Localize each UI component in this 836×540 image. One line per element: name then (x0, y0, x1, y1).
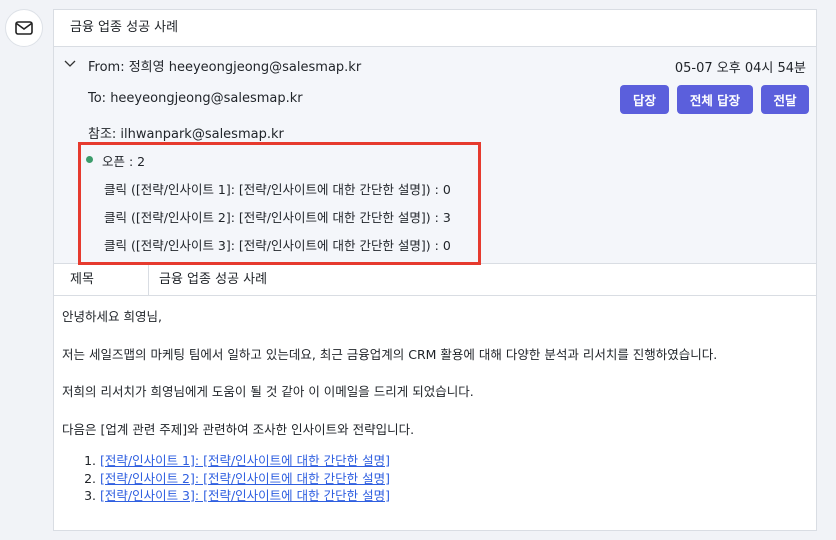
list-item: [전략/인사이트 3]: [전략/인사이트에 대한 간단한 설명] (100, 487, 808, 505)
list-item: [전략/인사이트 1]: [전략/인사이트에 대한 간단한 설명] (100, 452, 808, 470)
body-paragraph: 저희의 리서치가 희영님에게 도움이 될 것 같아 이 이메일을 드리게 되었습… (62, 384, 474, 399)
list-item: [전략/인사이트 2]: [전략/인사이트에 대한 간단한 설명] (100, 470, 808, 488)
cc-line: 참조: ilhwanpark@salesmap.kr (88, 127, 284, 142)
body-paragraph: 안녕하세요 희영님, (62, 309, 162, 324)
sent-date: 05-07 오후 04시 54분 (674, 61, 806, 76)
subject-row: 제목 금융 업종 성공 사례 (54, 263, 816, 296)
from-line: From: 정희영 heeyeongjeong@salesmap.kr (88, 60, 362, 75)
forward-button[interactable]: 전달 (761, 85, 809, 114)
body-paragraph: 다음은 [업계 관련 주제]와 관련하여 조사한 인사이트와 전략입니다. (62, 421, 415, 437)
email-title: 금융 업종 성공 사례 (54, 10, 816, 47)
click-count: 클릭 ([전략/인사이트 3]: [전략/인사이트에 대한 간단한 설명]) :… (104, 238, 451, 253)
to-line: To: heeyeongjeong@salesmap.kr (88, 91, 303, 106)
email-header: From: 정희영 heeyeongjeong@salesmap.kr 05-0… (54, 47, 816, 265)
open-count: 오픈 : 2 (102, 154, 146, 169)
chevron-down-icon[interactable] (64, 57, 76, 72)
body-paragraph: 저는 세일즈맵의 마케팅 팀에서 일하고 있는데요, 최근 금융업계의 CRM … (62, 346, 718, 362)
email-body: 안녕하세요 희영님, 저는 세일즈맵의 마케팅 팀에서 일하고 있는데요, 최근… (54, 296, 816, 517)
insight-link[interactable]: [전략/인사이트 3]: [전략/인사이트에 대한 간단한 설명] (100, 488, 390, 503)
mail-icon (5, 9, 43, 47)
click-count: 클릭 ([전략/인사이트 1]: [전략/인사이트에 대한 간단한 설명]) :… (104, 182, 451, 197)
click-count: 클릭 ([전략/인사이트 2]: [전략/인사이트에 대한 간단한 설명]) :… (104, 210, 451, 225)
insight-link[interactable]: [전략/인사이트 2]: [전략/인사이트에 대한 간단한 설명] (100, 471, 390, 486)
email-card: 금융 업종 성공 사례 From: 정희영 heeyeongjeong@sale… (53, 9, 817, 531)
reply-button[interactable]: 답장 (620, 85, 669, 114)
subject-value: 금융 업종 성공 사례 (159, 272, 268, 287)
insight-link[interactable]: [전략/인사이트 1]: [전략/인사이트에 대한 간단한 설명] (100, 453, 390, 468)
reply-all-button[interactable]: 전체 답장 (677, 85, 753, 114)
subject-label: 제목 (54, 264, 149, 295)
open-status-dot (86, 156, 93, 163)
insight-list: [전략/인사이트 1]: [전략/인사이트에 대한 간단한 설명] [전략/인사… (62, 452, 808, 505)
